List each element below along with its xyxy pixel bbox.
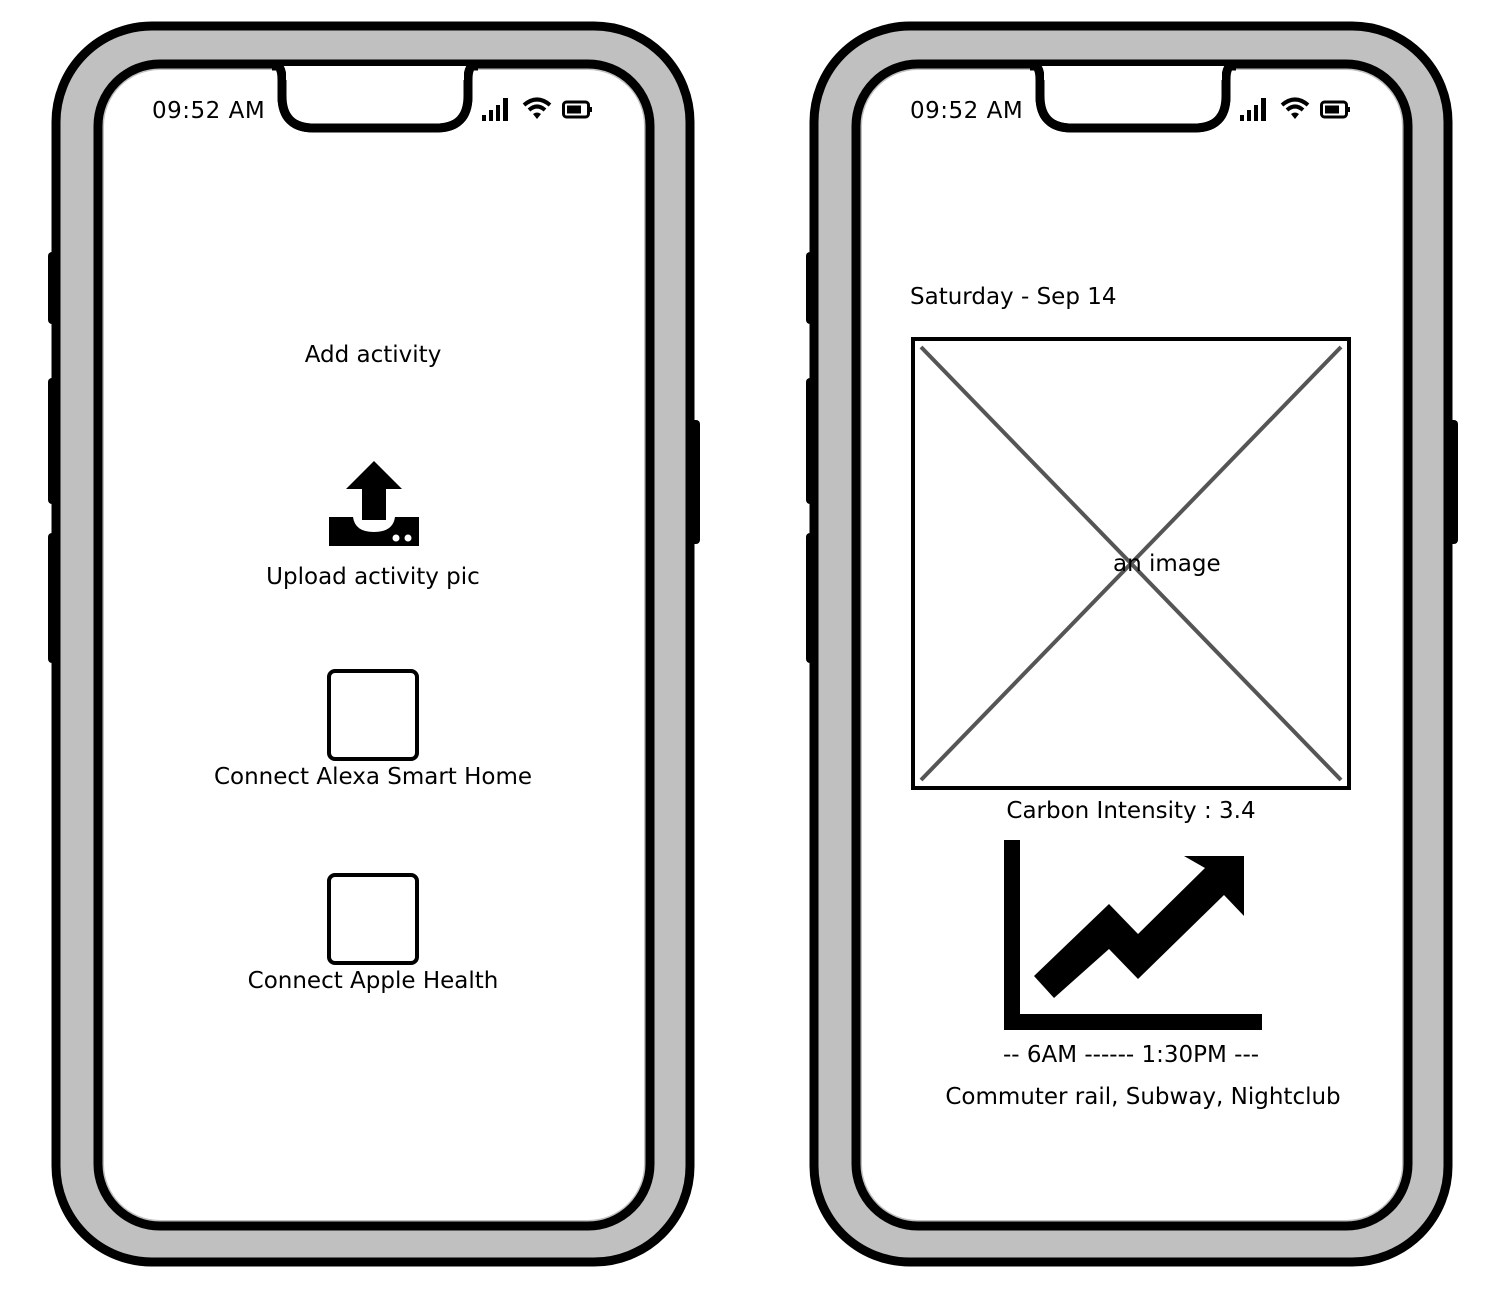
upload-icon[interactable] — [326, 460, 422, 552]
activities-label: Commuter rail, Subway, Nightclub — [945, 1084, 1341, 1110]
connect-alexa-checkbox[interactable] — [327, 669, 419, 761]
signal-icon — [482, 98, 508, 121]
connect-apple-health-checkbox[interactable] — [327, 873, 419, 965]
status-time: 09:52 AM — [152, 98, 266, 124]
date-heading: Saturday - Sep 14 — [910, 284, 1117, 310]
battery-icon — [562, 100, 592, 119]
trend-chart-icon — [1004, 840, 1262, 1030]
upload-activity-pic-label[interactable]: Upload activity pic — [266, 564, 480, 590]
signal-icon — [1240, 98, 1266, 121]
time-range-label: -- 6AM ------ 1:30PM --- — [1002, 1042, 1260, 1068]
connect-apple-health-label: Connect Apple Health — [247, 968, 499, 994]
screen-title: Add activity — [304, 342, 442, 368]
phone-left: 09:52 AM Add activity Upload activity pi… — [0, 0, 760, 1300]
connect-alexa-label: Connect Alexa Smart Home — [213, 764, 533, 790]
battery-icon — [1320, 100, 1350, 119]
phone-frame — [48, 21, 700, 1267]
phone-right: 09:52 AM Saturday - Sep 14 an image Carb… — [758, 0, 1494, 1300]
carbon-intensity-label: Carbon Intensity : 3.4 — [1006, 798, 1256, 824]
status-time: 09:52 AM — [910, 98, 1024, 124]
image-placeholder: an image — [911, 337, 1351, 790]
wifi-icon — [1280, 97, 1310, 119]
image-placeholder-label: an image — [1113, 551, 1221, 577]
wifi-icon — [522, 97, 552, 119]
